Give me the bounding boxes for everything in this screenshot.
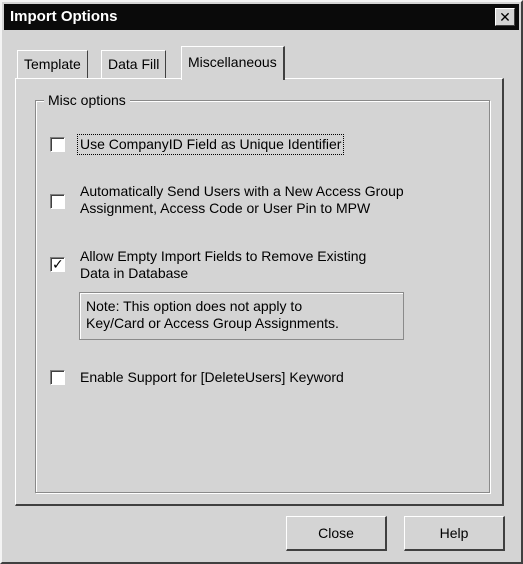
close-button[interactable]: Close: [286, 516, 387, 551]
group-legend: Misc options: [44, 92, 130, 108]
tab-miscellaneous-label: Miscellaneous: [188, 54, 277, 70]
tab-data-fill[interactable]: Data Fill: [101, 50, 167, 78]
window-title: Import Options: [10, 8, 118, 25]
tab-template[interactable]: Template: [17, 50, 88, 78]
use-companyid-text: Use CompanyID Field as Unique Identifier: [80, 136, 342, 152]
auto-send-users-checkbox[interactable]: [50, 194, 65, 209]
tab-miscellaneous[interactable]: Miscellaneous: [181, 46, 285, 80]
auto-send-users-line2: Assignment, Access Code or User Pin to M…: [80, 200, 371, 216]
note-box: Note: This option does not apply to Key/…: [79, 292, 404, 340]
allow-empty-fields-line1: Allow Empty Import Fields to Remove Exis…: [80, 248, 367, 264]
checkmark-icon: ✓: [52, 256, 64, 272]
auto-send-users-line1: Automatically Send Users with a New Acce…: [80, 183, 404, 199]
use-companyid-checkbox[interactable]: [50, 137, 65, 152]
tab-template-label: Template: [24, 56, 81, 72]
allow-empty-fields-label[interactable]: Allow Empty Import Fields to Remove Exis…: [80, 248, 366, 282]
close-icon[interactable]: ✕: [495, 8, 515, 26]
allow-empty-fields-line2: Data in Database: [80, 265, 189, 281]
note-line2: Key/Card or Access Group Assignments.: [86, 315, 339, 331]
enable-delete-users-text: Enable Support for [DeleteUsers] Keyword: [80, 369, 344, 385]
note-line1: Note: This option does not apply to: [86, 298, 303, 314]
enable-delete-users-checkbox[interactable]: [50, 370, 65, 385]
help-button[interactable]: Help: [404, 516, 505, 551]
auto-send-users-label[interactable]: Automatically Send Users with a New Acce…: [80, 183, 404, 217]
close-button-label: Close: [318, 525, 354, 541]
allow-empty-fields-checkbox[interactable]: ✓: [50, 256, 65, 272]
title-bar: Import Options ✕: [4, 4, 519, 30]
help-button-label: Help: [439, 525, 469, 541]
enable-delete-users-label[interactable]: Enable Support for [DeleteUsers] Keyword: [80, 369, 344, 386]
tab-data-fill-label: Data Fill: [108, 56, 160, 72]
use-companyid-label[interactable]: Use CompanyID Field as Unique Identifier: [77, 134, 345, 155]
